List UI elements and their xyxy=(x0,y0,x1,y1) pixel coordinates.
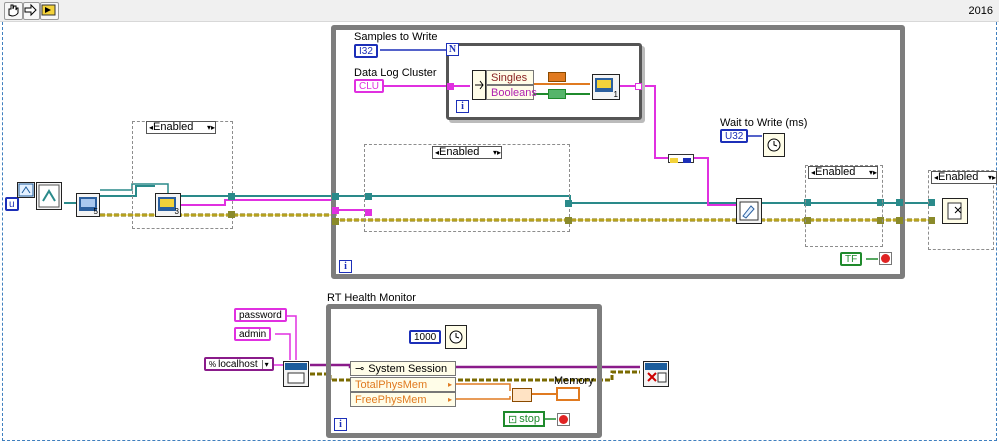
write-to-file-icon[interactable] xyxy=(736,198,762,224)
case-selector-left[interactable]: ◂ Enabled ▾▸ xyxy=(146,121,216,134)
stop-terminal-icon xyxy=(879,252,892,265)
for-loop-count: N xyxy=(446,43,459,56)
memory-indicator xyxy=(556,387,580,401)
close-system-session-icon[interactable] xyxy=(643,361,669,387)
unbundle-row-booleans[interactable]: Booleans xyxy=(486,85,537,100)
chevron-down-icon: ▾ xyxy=(261,359,269,369)
admin-constant[interactable]: admin xyxy=(234,327,272,341)
chevron-down-icon: ▾▸ xyxy=(868,168,877,177)
tunnel xyxy=(228,193,235,200)
build-array-booleans xyxy=(548,89,566,99)
data-log-cluster-control[interactable]: CLU xyxy=(354,79,385,93)
chevron-down-icon: ▾▸ xyxy=(987,173,996,182)
stop-control[interactable]: ⊡ stop xyxy=(503,411,546,427)
tunnel xyxy=(896,199,903,206)
data-log-cluster-label: Data Log Cluster xyxy=(354,67,437,79)
tunnel xyxy=(565,200,572,207)
bundle-memory-icon xyxy=(512,388,532,402)
open-system-session-icon[interactable] xyxy=(283,361,309,387)
case-selector-right[interactable]: ◂ Enabled ▾▸ xyxy=(931,171,997,184)
property-node-header[interactable]: ⊸ System Session xyxy=(350,361,456,376)
chevron-down-icon: ▾▸ xyxy=(492,148,501,157)
tunnel xyxy=(365,193,372,200)
wait-ms-constant[interactable]: 1000 xyxy=(409,330,442,344)
memory-label: Memory xyxy=(554,375,594,387)
tunnel xyxy=(635,83,642,90)
tunnel xyxy=(332,218,339,225)
cluster-to-array-icon xyxy=(668,154,694,163)
wait-ms-icon[interactable] xyxy=(763,133,785,157)
wait-to-write-label: Wait to Write (ms) xyxy=(720,117,808,129)
tunnel xyxy=(565,217,572,224)
main-loop-iteration: i xyxy=(339,260,352,273)
tunnel xyxy=(896,217,903,224)
build-array-singles xyxy=(548,72,566,82)
tunnel xyxy=(332,207,339,214)
build-path-icon[interactable] xyxy=(36,182,62,210)
for-loop-iteration: i xyxy=(456,100,469,113)
tunnel xyxy=(365,209,372,216)
rt-health-monitor-label: RT Health Monitor xyxy=(327,292,416,304)
rt-loop-iteration: i xyxy=(334,418,347,431)
open-file-icon[interactable]: 5 xyxy=(76,193,100,217)
tunnel xyxy=(228,211,235,218)
unbundle-row-singles[interactable]: Singles xyxy=(486,70,534,85)
localhost-constant[interactable]: % localhost ▾ xyxy=(204,357,274,371)
chevron-down-icon: ▾▸ xyxy=(206,123,215,132)
samples-to-write-label: Samples to Write xyxy=(354,31,438,43)
wait-to-write-control[interactable]: U32 xyxy=(720,129,749,143)
tunnel xyxy=(447,83,454,90)
u-constant[interactable]: u xyxy=(5,197,19,211)
password-constant[interactable]: password xyxy=(234,308,287,322)
write-data-icon[interactable]: 1 xyxy=(592,74,620,100)
unbundle-handle xyxy=(472,70,486,100)
wait-ms-icon-rt[interactable] xyxy=(445,325,467,349)
path-icon[interactable] xyxy=(17,182,35,198)
close-file-icon[interactable] xyxy=(942,198,968,224)
case-selector-right-inner[interactable]: ◂ Enabled ▾▸ xyxy=(808,166,878,179)
samples-to-write-control[interactable]: I32 xyxy=(354,44,378,58)
stop-glyph-icon: ⊡ xyxy=(508,413,518,426)
admin-wire xyxy=(275,333,291,360)
boolean-constant[interactable]: TF xyxy=(840,252,863,266)
property-row-total-phys-mem[interactable]: TotalPhysMem ▸ xyxy=(350,377,456,392)
tunnel xyxy=(332,193,339,200)
case-selector-inner[interactable]: ◂ Enabled ▾▸ xyxy=(432,146,502,159)
disable-structure-left xyxy=(132,121,233,229)
key-icon: ⊸ xyxy=(355,363,365,375)
stop-terminal-icon xyxy=(557,413,570,426)
configure-logging-icon[interactable]: 3 xyxy=(155,193,181,217)
property-row-free-phys-mem[interactable]: FreePhysMem ▸ xyxy=(350,392,456,407)
